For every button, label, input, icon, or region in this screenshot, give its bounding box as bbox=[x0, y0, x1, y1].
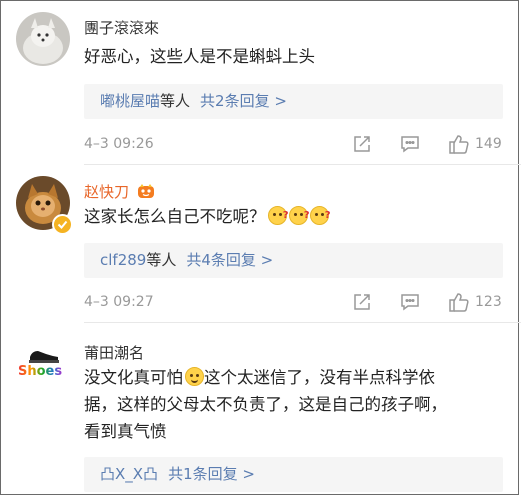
reply-count-link[interactable]: 共4条回复 > bbox=[186, 251, 273, 269]
avatar-logo-text: Shoes bbox=[18, 364, 63, 379]
replies-summary[interactable]: 嘟桃屋喵等人 共2条回复 > bbox=[84, 84, 503, 119]
like-count: 149 bbox=[475, 136, 502, 152]
share-icon[interactable] bbox=[352, 292, 372, 312]
divider bbox=[84, 322, 521, 323]
confused-emoji-icon bbox=[288, 202, 310, 229]
timestamp: 4–3 09:26 bbox=[84, 136, 154, 152]
username[interactable]: 團子滾滾來 bbox=[84, 17, 159, 38]
reply-count-link[interactable]: 共2条回复 > bbox=[200, 92, 287, 110]
reply-names[interactable]: clf289 bbox=[100, 251, 146, 269]
share-icon[interactable] bbox=[352, 134, 372, 154]
comment-text: 这个太迷信了，没有半点科学依 bbox=[204, 368, 435, 387]
username[interactable]: 莆田潮名 bbox=[84, 342, 144, 363]
smile-emoji-icon bbox=[185, 367, 204, 386]
avatar[interactable]: Shoes bbox=[16, 337, 70, 391]
comment-text: 看到真气愤 bbox=[84, 422, 167, 441]
confused-emoji-icon bbox=[309, 202, 331, 229]
like-button[interactable]: 149 bbox=[448, 134, 502, 154]
like-count: 123 bbox=[475, 294, 502, 310]
comment-text: 好恶心，这些人是不是蝌蚪上头 bbox=[84, 47, 315, 66]
timestamp: 4–3 09:27 bbox=[84, 294, 154, 310]
confused-emoji-icon bbox=[267, 202, 289, 229]
avatar[interactable] bbox=[16, 12, 70, 66]
comment-text-row: 这家长怎么自己不吃呢？ bbox=[84, 202, 509, 230]
reply-names[interactable]: 凸X_X凸 bbox=[100, 465, 158, 483]
like-icon bbox=[449, 135, 469, 154]
replies-summary[interactable]: 凸X_X凸 共1条回复 > bbox=[84, 457, 503, 492]
comment-text: 这家长怎么自己不吃呢？ bbox=[84, 207, 266, 226]
comment-meta: 4–3 09:26 149 bbox=[84, 134, 503, 156]
vip-badge-icon bbox=[137, 184, 155, 199]
comment-meta: 4–3 09:27 123 bbox=[84, 292, 503, 314]
replies-summary[interactable]: clf289等人 共4条回复 > bbox=[84, 243, 503, 278]
reply-count-link[interactable]: 共1条回复 > bbox=[168, 465, 255, 483]
reply-others: 等人 bbox=[160, 92, 191, 110]
username[interactable]: 赵快刀 bbox=[84, 183, 129, 201]
comment-icon[interactable] bbox=[400, 292, 420, 312]
divider bbox=[84, 164, 521, 165]
comment-text: 据，这样的父母太不负责了，这是自己的孩子啊， bbox=[84, 395, 447, 414]
comment-icon[interactable] bbox=[400, 134, 420, 154]
comment-text-block: 没文化真可怕 这个太迷信了，没有半点科学依 据，这样的父母太不负责了，这是自己的孩… bbox=[84, 364, 509, 445]
reply-others: 等人 bbox=[146, 251, 177, 269]
reply-names[interactable]: 嘟桃屋喵 bbox=[100, 92, 160, 110]
like-icon bbox=[449, 293, 469, 312]
verified-badge-icon bbox=[52, 214, 73, 235]
like-button[interactable]: 123 bbox=[448, 292, 502, 312]
comment-text: 没文化真可怕 bbox=[84, 368, 183, 387]
username-row: 赵快刀 bbox=[84, 181, 155, 202]
